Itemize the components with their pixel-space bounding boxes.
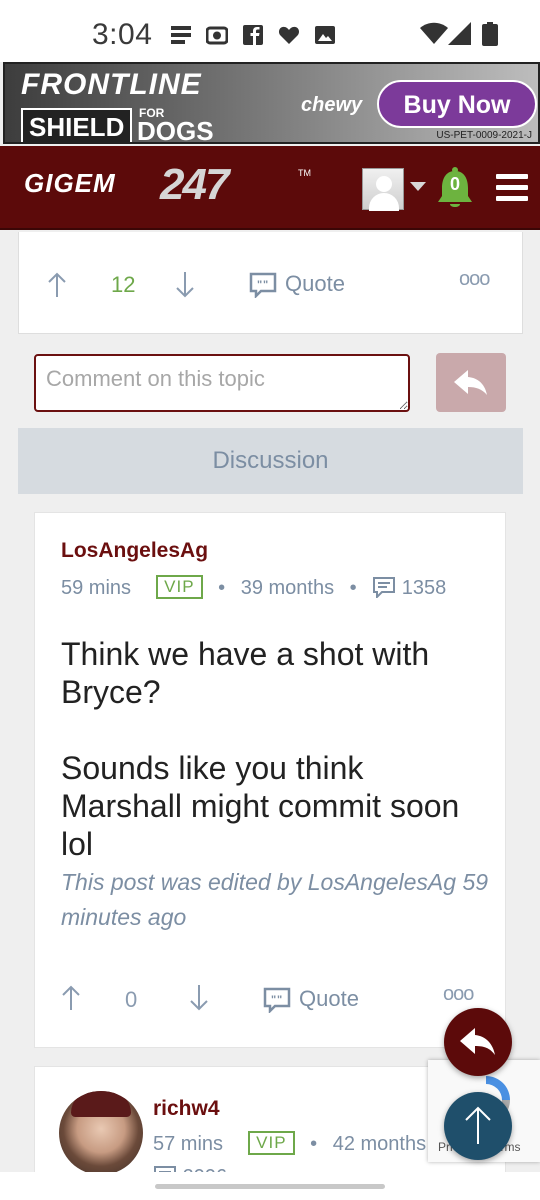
logo-text: GIGEM	[24, 168, 116, 198]
notifications-button[interactable]: 0	[436, 166, 474, 212]
quote-button[interactable]: Quote	[285, 271, 345, 297]
quote-button[interactable]: Quote	[299, 986, 359, 1012]
wifi-icon	[420, 22, 448, 44]
chevron-down-icon[interactable]	[410, 182, 426, 191]
ad-buy-now-button[interactable]: Buy Now	[377, 80, 537, 128]
facebook-icon	[243, 25, 263, 45]
post-body: Think we have a shot with Bryce? Sounds …	[61, 635, 491, 863]
svg-text:": "	[277, 994, 282, 1006]
svg-text:": "	[257, 279, 262, 291]
post-tenure: 42 months	[332, 1133, 427, 1155]
image-icon	[315, 26, 335, 44]
page: 3:04 FRONTLINE SHIELD FOR DOGS chewy Buy…	[0, 0, 540, 1200]
logo-trademark: TM	[298, 168, 311, 178]
home-indicator	[0, 1172, 540, 1200]
post-username[interactable]: richw4	[153, 1097, 220, 1121]
home-bar[interactable]	[155, 1184, 385, 1189]
downvote-icon[interactable]	[175, 272, 195, 298]
downvote-icon[interactable]	[189, 985, 209, 1011]
ad-dogs-label: DOGS	[137, 116, 214, 144]
user-avatar-button[interactable]	[362, 168, 404, 211]
previous-post-card: 12 " " Quote ooo	[18, 232, 523, 334]
post-tenure: 39 months	[240, 577, 335, 599]
vip-badge: VIP	[156, 575, 203, 599]
svg-text:": "	[263, 279, 268, 291]
svg-text:": "	[271, 994, 276, 1006]
vote-count: 12	[111, 272, 136, 297]
upvote-icon[interactable]	[61, 985, 81, 1011]
discussion-header: Discussion	[18, 428, 523, 494]
vip-badge: VIP	[248, 1131, 295, 1155]
posts-count-icon	[373, 577, 396, 600]
more-options-icon[interactable]: ooo	[443, 983, 474, 1006]
battery-icon	[482, 22, 498, 46]
reply-arrow-icon	[454, 370, 487, 395]
notification-count: 0	[449, 174, 460, 194]
more-options-icon[interactable]: ooo	[459, 268, 490, 291]
upvote-icon[interactable]	[47, 272, 67, 298]
quote-icon[interactable]: " "	[263, 987, 291, 1013]
separator-dot: •	[349, 577, 357, 599]
arrow-up-icon	[465, 1106, 491, 1144]
logo-number: 247	[160, 160, 229, 209]
ad-brand-shield: SHIELD	[21, 108, 133, 142]
signal-icon	[448, 22, 471, 45]
post-username[interactable]: LosAngelesAg	[61, 539, 208, 563]
ad-banner[interactable]: FRONTLINE SHIELD FOR DOGS chewy Buy Now …	[3, 62, 540, 144]
post-time: 57 mins	[153, 1133, 224, 1155]
submit-comment-button[interactable]	[436, 353, 506, 412]
user-avatar[interactable]	[59, 1091, 143, 1175]
post-paragraph: Sounds like you think Marshall might com…	[61, 750, 460, 862]
post-card: LosAngelesAg 59 mins VIP • 39 months • 1…	[34, 512, 506, 1048]
post-meta: 59 mins VIP • 39 months • 1358	[61, 575, 446, 600]
avatar-body	[369, 193, 399, 211]
site-header: GIGEM 247 TM 0	[0, 146, 540, 230]
separator-dot: •	[310, 1133, 318, 1155]
notes-icon	[171, 26, 191, 44]
hamburger-menu-icon[interactable]	[496, 174, 528, 202]
heart-icon	[278, 26, 300, 44]
status-time: 3:04	[92, 18, 153, 51]
status-bar: 3:04	[0, 0, 540, 62]
site-logo[interactable]: GIGEM 247 TM	[24, 160, 311, 209]
vote-count: 0	[125, 987, 138, 1012]
scroll-to-top-button[interactable]	[444, 1092, 512, 1160]
reply-arrow-icon	[460, 1028, 495, 1055]
comment-input[interactable]	[34, 354, 410, 412]
avatar-head	[376, 176, 392, 192]
post-time: 59 mins	[61, 577, 132, 599]
edited-note: This post was edited by LosAngelesAg 59 …	[61, 869, 489, 930]
avatar-cap	[71, 1091, 131, 1117]
quote-icon[interactable]: " "	[249, 272, 277, 298]
ad-brand-title: FRONTLINE	[21, 68, 202, 101]
floating-reply-button[interactable]	[444, 1008, 512, 1076]
post-meta: 57 mins VIP • 42 months	[153, 1131, 426, 1156]
ad-code: US-PET-0009-2021-J	[436, 130, 532, 141]
separator-dot: •	[218, 577, 226, 599]
comment-area	[18, 336, 523, 428]
post-paragraph: Think we have a shot with Bryce?	[61, 636, 430, 710]
camera-icon	[206, 26, 228, 45]
post-count: 1358	[401, 577, 447, 599]
ad-partner-logo: chewy	[301, 94, 363, 116]
